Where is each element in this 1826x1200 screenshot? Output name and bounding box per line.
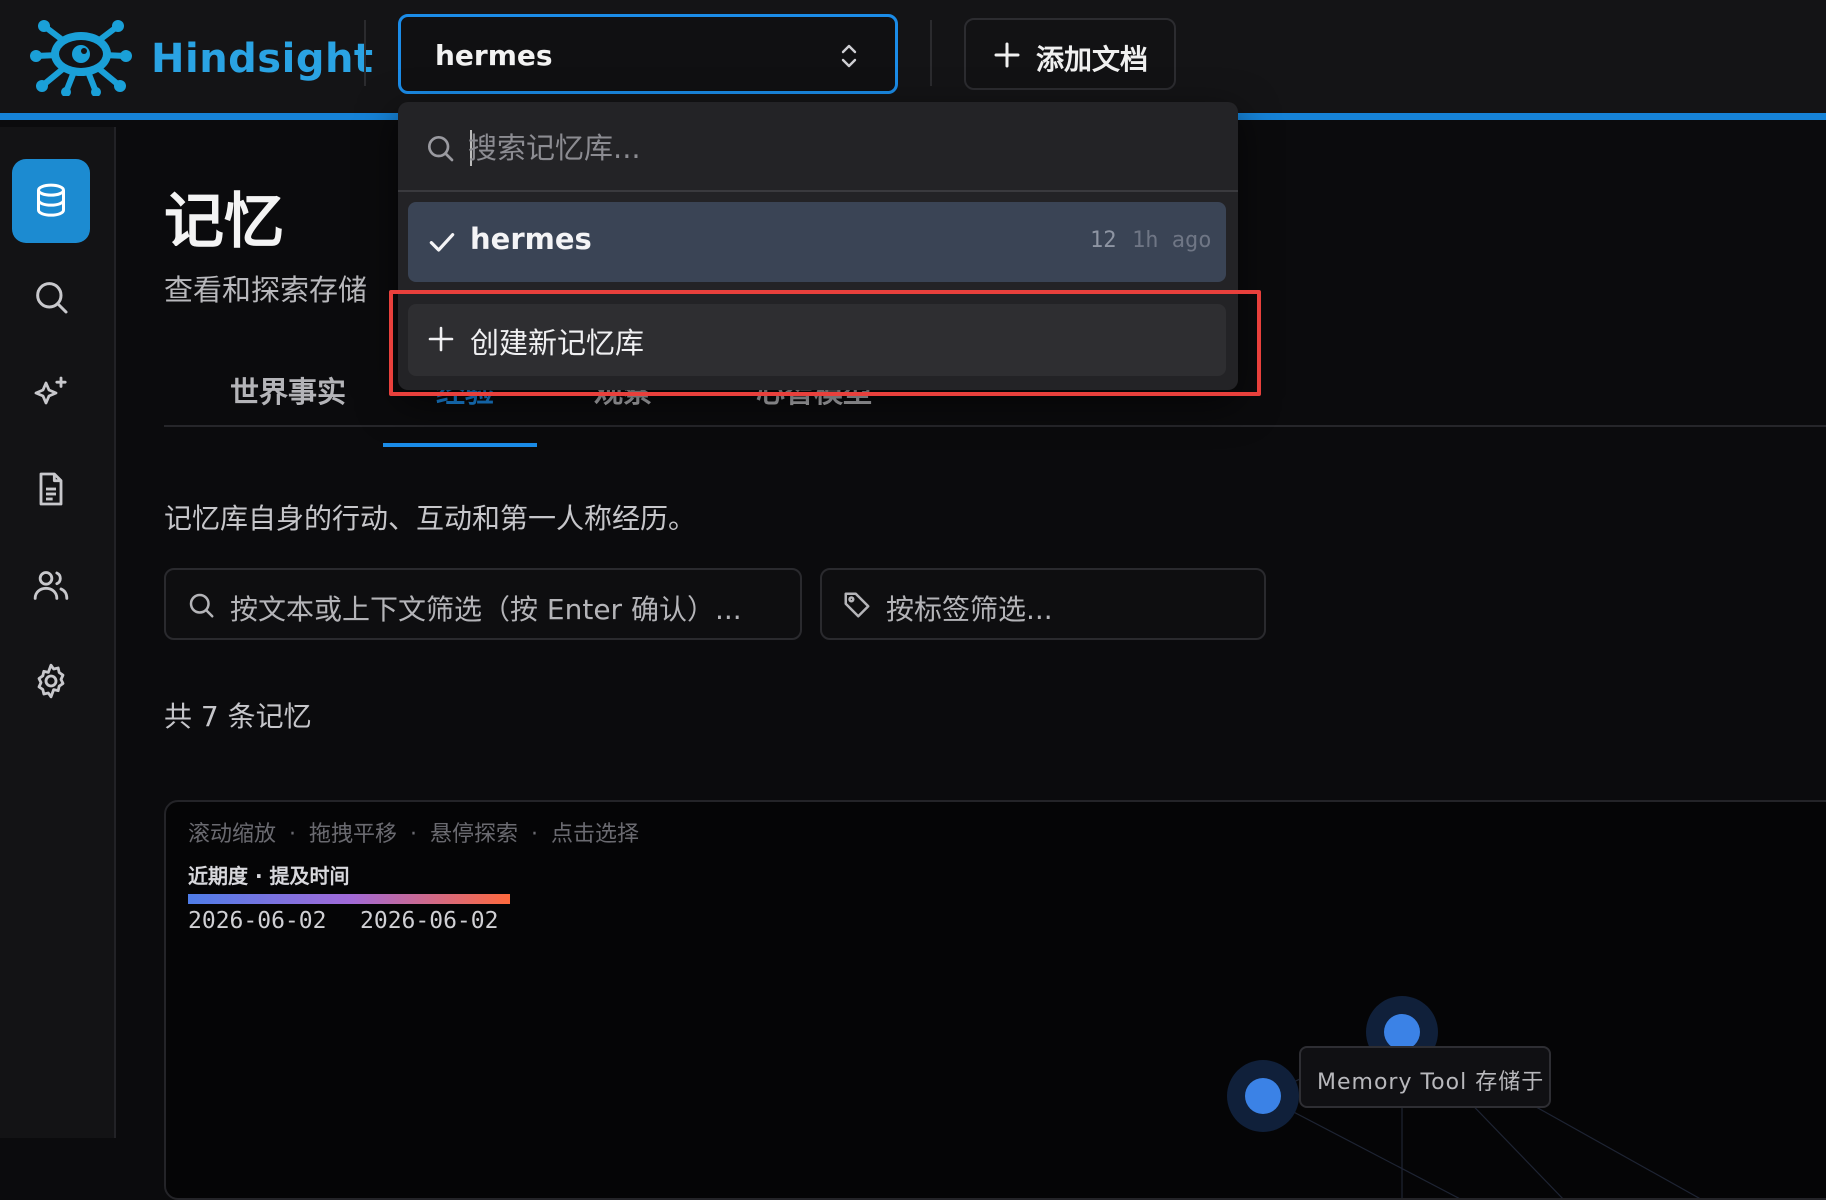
page-subtitle: 查看和探索存储	[164, 273, 368, 307]
gear-icon	[37, 663, 65, 699]
users-icon	[33, 571, 69, 600]
tag-filter-input[interactable]: 按标签筛选...	[820, 568, 1266, 640]
header-divider	[930, 20, 932, 86]
memory-graph[interactable]: 滚动缩放 · 拖拽平移 · 悬停探索 · 点击选择 近期度 · 提及时间 202…	[164, 800, 1826, 1200]
tag-icon	[844, 592, 870, 618]
memory-count: 共 7 条记忆	[164, 700, 312, 733]
sidebar-item-search[interactable]	[12, 255, 90, 339]
add-document-button[interactable]: 添加文档	[964, 18, 1176, 90]
document-icon	[39, 472, 63, 506]
graph-canvas	[1227, 996, 1701, 1198]
bank-option-name: hermes	[470, 222, 592, 256]
bank-option-count: 12	[1090, 228, 1117, 253]
memory-bank-select[interactable]: hermes	[398, 14, 898, 94]
graph-node[interactable]	[1227, 1060, 1299, 1132]
sparkles-icon	[34, 376, 67, 405]
plus-icon	[428, 326, 454, 352]
bank-option-time: 1h ago	[1132, 228, 1212, 253]
sidebar	[0, 127, 116, 1138]
add-document-label: 添加文档	[1036, 43, 1149, 76]
check-icon	[429, 233, 455, 252]
sidebar-item-settings[interactable]	[12, 639, 90, 723]
header-divider	[364, 20, 366, 86]
sidebar-item-documents[interactable]	[12, 447, 90, 531]
bank-search-input[interactable]	[468, 126, 1168, 170]
page-title: 记忆	[164, 187, 284, 257]
create-bank-button[interactable]: 创建新记忆库	[408, 304, 1226, 376]
logo-icon	[30, 20, 132, 96]
chevron-up-down-icon	[841, 44, 857, 68]
active-tab-indicator	[383, 443, 537, 447]
text-filter-input[interactable]: 按文本或上下文筛选（按 Enter 确认）...	[164, 568, 802, 640]
search-icon	[189, 593, 214, 618]
search-icon	[428, 136, 454, 162]
sidebar-item-insights[interactable]	[12, 351, 90, 435]
memory-bank-select-value: hermes	[435, 39, 553, 72]
plus-icon	[994, 42, 1020, 68]
database-icon	[37, 183, 65, 217]
node-tooltip: Memory Tool 存储于	[1299, 1046, 1551, 1108]
dropdown-search	[398, 102, 1238, 192]
bank-option-hermes[interactable]: hermes 12 1h ago	[408, 202, 1226, 282]
brand-name: Hindsight	[151, 36, 374, 82]
text-filter-placeholder: 按文本或上下文筛选（按 Enter 确认）...	[230, 593, 742, 626]
create-bank-label: 创建新记忆库	[470, 326, 645, 360]
memory-bank-dropdown: hermes 12 1h ago 创建新记忆库	[398, 102, 1238, 390]
tab-world-facts[interactable]: 世界事实	[230, 369, 346, 411]
sidebar-item-memory[interactable]	[12, 159, 90, 243]
tab-description: 记忆库自身的行动、互动和第一人称经历。	[164, 502, 697, 535]
sidebar-item-entities[interactable]	[12, 543, 90, 627]
tag-filter-placeholder: 按标签筛选...	[886, 593, 1053, 626]
search-icon	[36, 282, 68, 314]
